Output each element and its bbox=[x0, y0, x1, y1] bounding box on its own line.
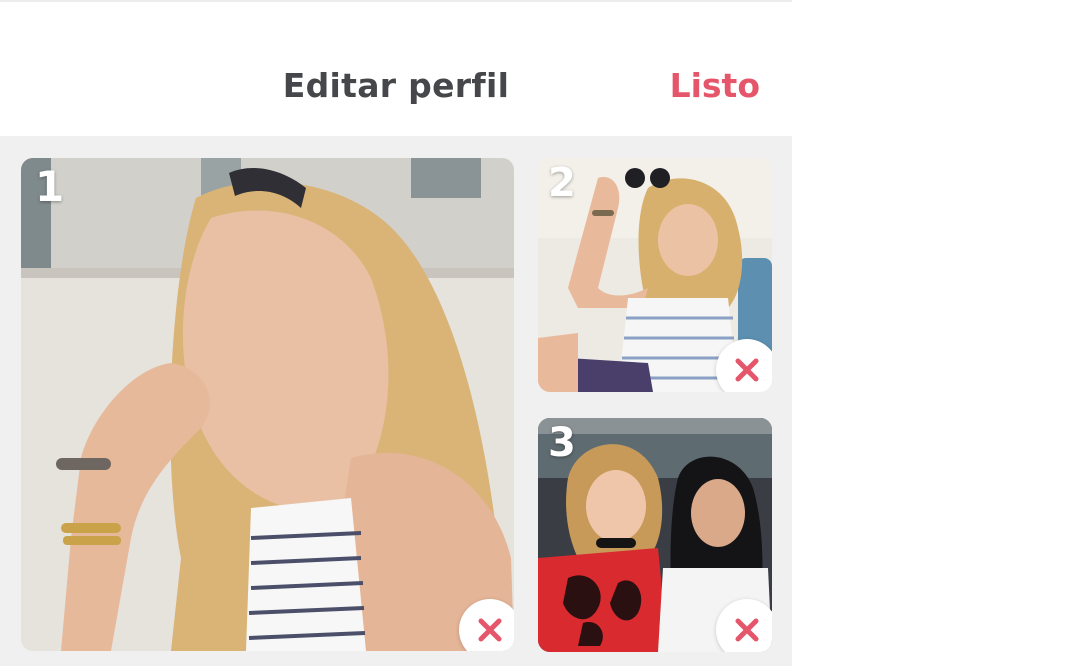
photo-slot-3[interactable]: 3 bbox=[538, 418, 772, 652]
remove-photo-2-button[interactable] bbox=[716, 339, 772, 392]
remove-icon bbox=[735, 358, 759, 382]
done-button[interactable]: Listo bbox=[670, 66, 760, 105]
photo-slot-2[interactable]: 2 bbox=[538, 158, 772, 392]
remove-icon bbox=[478, 618, 502, 642]
profile-photo-1 bbox=[21, 158, 514, 651]
remove-photo-3-button[interactable] bbox=[716, 599, 772, 652]
header-bar: Editar perfil Listo bbox=[0, 2, 792, 136]
photo-number-2: 2 bbox=[548, 160, 576, 206]
remove-icon bbox=[735, 618, 759, 642]
photo-grid: 1 2 3 bbox=[0, 136, 792, 666]
photo-number-1: 1 bbox=[35, 162, 65, 211]
edit-profile-screen: Editar perfil Listo 1 2 3 bbox=[0, 0, 792, 666]
photo-number-3: 3 bbox=[548, 420, 576, 466]
photo-slot-1[interactable]: 1 bbox=[21, 158, 514, 651]
